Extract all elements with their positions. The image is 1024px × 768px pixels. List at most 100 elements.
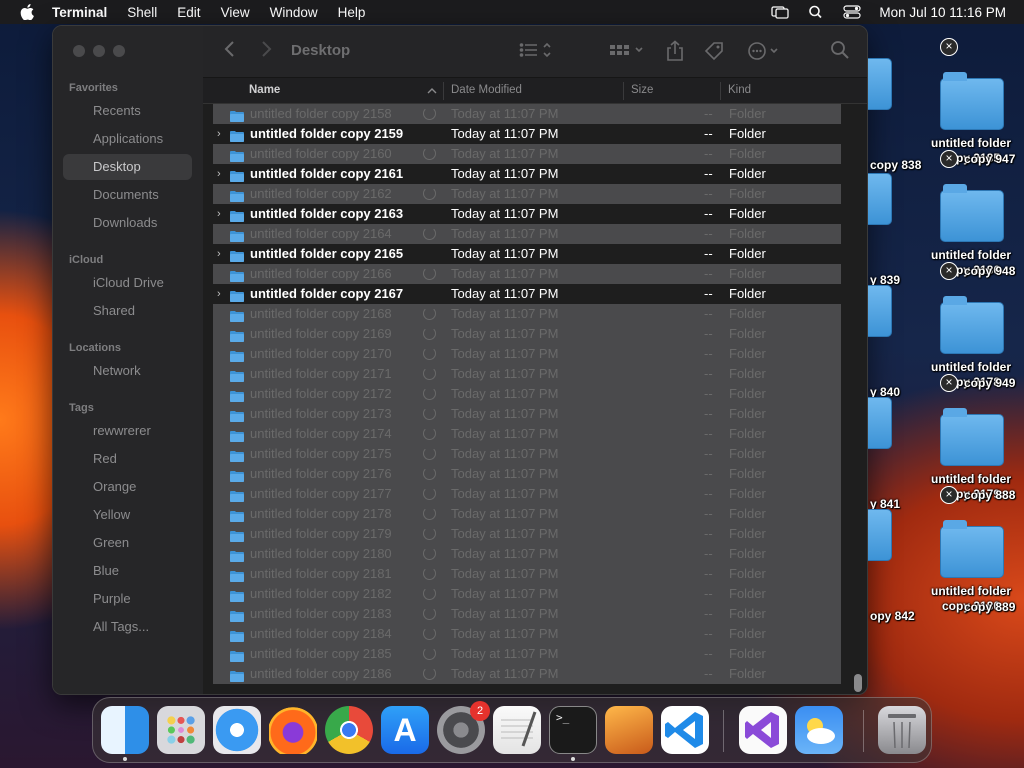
menu-help[interactable]: Help — [338, 5, 366, 20]
menu-clock[interactable]: Mon Jul 10 11:16 PM — [879, 5, 1006, 20]
table-row[interactable]: untitled folder copy 2177 Today at 11:07 … — [213, 484, 841, 504]
remove-badge-icon[interactable]: × — [940, 374, 958, 392]
scrollbar-thumb[interactable] — [854, 674, 862, 692]
sidebar-item-downloads[interactable]: Downloads — [63, 210, 192, 236]
remove-badge-icon[interactable]: × — [940, 486, 958, 504]
table-row[interactable]: untitled folder copy 2166 Today at 11:07 … — [213, 264, 841, 284]
table-row[interactable]: untitled folder copy 2170 Today at 11:07 … — [213, 344, 841, 364]
menu-view[interactable]: View — [221, 5, 250, 20]
screen-mirroring-icon[interactable] — [771, 5, 790, 19]
table-row[interactable]: untitled folder copy 2184 Today at 11:07 … — [213, 624, 841, 644]
table-row[interactable]: › untitled folder copy 2165 Today at 11:07… — [213, 244, 841, 264]
dock-garageband-icon[interactable] — [605, 706, 653, 754]
dock-textedit-icon[interactable] — [493, 706, 541, 754]
desktop-folder-icon[interactable] — [868, 509, 892, 561]
desktop-folder-icon[interactable] — [940, 296, 1004, 354]
table-row[interactable]: untitled folder copy 2162 Today at 11:07 … — [213, 184, 841, 204]
dock-chrome-icon[interactable] — [325, 706, 373, 754]
disclosure-chevron-icon[interactable]: › — [217, 124, 227, 144]
sidebar-item-shared[interactable]: Shared — [63, 298, 192, 324]
table-row[interactable]: › untitled folder copy 2167 Today at 11:07… — [213, 284, 841, 304]
table-row[interactable]: untitled folder copy 2164 Today at 11:07 … — [213, 224, 841, 244]
more-actions-icon[interactable] — [747, 40, 783, 62]
dock-finder-icon[interactable] — [101, 706, 149, 754]
remove-badge-icon[interactable]: × — [940, 150, 958, 168]
sidebar-tag-rewwrerer[interactable]: rewwrerer — [63, 418, 192, 444]
dock-safari-icon[interactable] — [213, 706, 261, 754]
sidebar-tag-red[interactable]: Red — [63, 446, 192, 472]
table-row[interactable]: untitled folder copy 2158 Today at 11:07 … — [213, 104, 841, 124]
tag-icon[interactable] — [703, 40, 725, 62]
remove-badge-icon[interactable]: × — [940, 38, 958, 56]
dock-terminal-icon[interactable]: >_ — [549, 706, 597, 754]
desktop-folder-icon[interactable] — [940, 184, 1004, 242]
table-row[interactable]: untitled folder copy 2169 Today at 11:07 … — [213, 324, 841, 344]
remove-badge-icon[interactable]: × — [940, 262, 958, 280]
file-list[interactable]: untitled folder copy 2158 Today at 11:07 … — [203, 104, 841, 694]
menu-shell[interactable]: Shell — [127, 5, 157, 20]
disclosure-chevron-icon[interactable]: › — [217, 244, 227, 264]
menu-app-name[interactable]: Terminal — [52, 5, 107, 20]
table-row[interactable]: untitled folder copy 2180 Today at 11:07 … — [213, 544, 841, 564]
disclosure-chevron-icon[interactable]: › — [217, 164, 227, 184]
desktop-folder-icon[interactable] — [868, 285, 892, 337]
list-view-icon[interactable] — [519, 40, 557, 60]
table-row[interactable]: untitled folder copy 2183 Today at 11:07 … — [213, 604, 841, 624]
column-date-modified[interactable]: Date Modified — [451, 84, 522, 96]
desktop-folder-icon[interactable] — [868, 173, 892, 225]
desktop-folder-icon[interactable] — [868, 397, 892, 449]
sidebar-item-documents[interactable]: Documents — [63, 182, 192, 208]
column-kind[interactable]: Kind — [728, 84, 751, 96]
table-row[interactable]: untitled folder copy 2178 Today at 11:07 … — [213, 504, 841, 524]
dock-system-settings-icon[interactable]: 2 — [437, 701, 490, 754]
table-row[interactable]: untitled folder copy 2168 Today at 11:07 … — [213, 304, 841, 324]
search-icon[interactable] — [830, 40, 850, 60]
table-row[interactable]: untitled folder copy 2174 Today at 11:07 … — [213, 424, 841, 444]
table-row[interactable]: untitled folder copy 2179 Today at 11:07 … — [213, 524, 841, 544]
desktop-folder-icon[interactable] — [940, 72, 1004, 130]
column-name[interactable]: Name — [249, 84, 280, 96]
dock-launchpad-icon[interactable] — [157, 706, 205, 754]
column-separator[interactable] — [623, 82, 624, 100]
desktop-folder-icon[interactable] — [940, 408, 1004, 466]
close-window-button[interactable] — [73, 45, 85, 57]
table-row[interactable]: untitled folder copy 2176 Today at 11:07 … — [213, 464, 841, 484]
dock-firefox-icon[interactable] — [269, 706, 317, 754]
column-size[interactable]: Size — [631, 84, 653, 96]
dock-vscode-icon[interactable] — [661, 706, 709, 754]
table-row[interactable]: untitled folder copy 2160 Today at 11:07 … — [213, 144, 841, 164]
sidebar-item-network[interactable]: Network — [63, 358, 192, 384]
desktop-folder-icon[interactable] — [868, 58, 892, 110]
sidebar-tag-purple[interactable]: Purple — [63, 586, 192, 612]
table-row[interactable]: › untitled folder copy 2163 Today at 11:07… — [213, 204, 841, 224]
table-row[interactable]: untitled folder copy 2182 Today at 11:07 … — [213, 584, 841, 604]
vertical-scrollbar[interactable] — [851, 104, 865, 694]
menu-edit[interactable]: Edit — [177, 5, 200, 20]
control-center-icon[interactable] — [843, 5, 862, 19]
disclosure-chevron-icon[interactable]: › — [217, 284, 227, 304]
table-row[interactable]: untitled folder copy 2186 Today at 11:07 … — [213, 664, 841, 684]
desktop-folder-icon[interactable] — [940, 520, 1004, 578]
table-row[interactable]: untitled folder copy 2172 Today at 11:07 … — [213, 384, 841, 404]
table-row[interactable]: untitled folder copy 2185 Today at 11:07 … — [213, 644, 841, 664]
minimize-window-button[interactable] — [93, 45, 105, 57]
apple-menu-icon[interactable] — [20, 4, 34, 20]
sidebar-item-applications[interactable]: Applications — [63, 126, 192, 152]
table-row[interactable]: › untitled folder copy 2159 Today at 11:07… — [213, 124, 841, 144]
column-separator[interactable] — [443, 82, 444, 100]
table-row[interactable]: untitled folder copy 2171 Today at 11:07 … — [213, 364, 841, 384]
column-separator[interactable] — [720, 82, 721, 100]
forward-icon[interactable] — [259, 40, 273, 58]
sidebar-all-tags[interactable]: All Tags... — [63, 614, 192, 640]
spotlight-search-icon[interactable] — [807, 5, 825, 19]
table-row[interactable]: untitled folder copy 2175 Today at 11:07 … — [213, 444, 841, 464]
sidebar-tag-green[interactable]: Green — [63, 530, 192, 556]
sidebar-item-icloud-drive[interactable]: iCloud Drive — [63, 270, 192, 296]
back-icon[interactable] — [223, 40, 237, 58]
zoom-window-button[interactable] — [113, 45, 125, 57]
dock-app-store-icon[interactable]: A — [381, 706, 429, 754]
table-row[interactable]: untitled folder copy 2173 Today at 11:07 … — [213, 404, 841, 424]
sidebar-item-desktop[interactable]: Desktop — [63, 154, 192, 180]
sidebar-tag-yellow[interactable]: Yellow — [63, 502, 192, 528]
dock-trash-icon[interactable] — [878, 706, 926, 754]
